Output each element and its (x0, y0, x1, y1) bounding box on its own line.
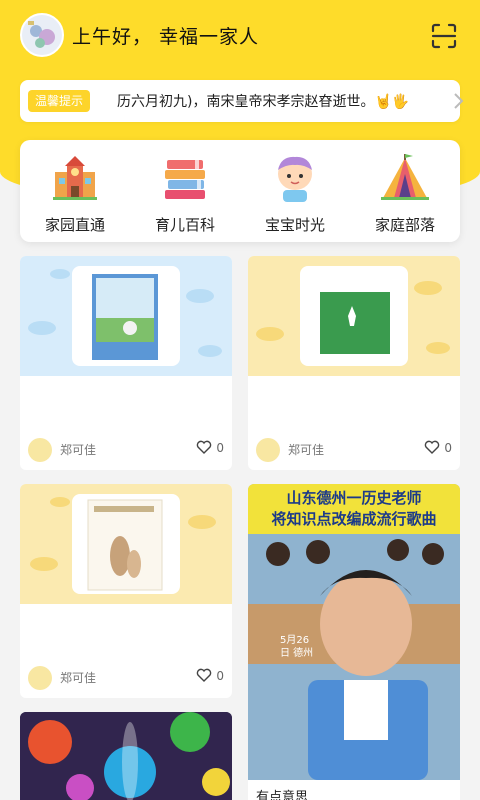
heart-icon (196, 668, 212, 682)
like-count: 0 (216, 669, 224, 683)
feed-card[interactable]: 郑可佳 0 (20, 256, 232, 470)
quick-menu: 家园直通 育儿百科 宝宝时光 家庭部落 (20, 140, 460, 242)
scan-icon[interactable] (430, 22, 458, 50)
menu-label: 育儿百科 (154, 216, 215, 234)
notice-bar[interactable]: 温馨提示 历六月初九)，南宋皇帝宋孝宗赵昚逝世。🤘🖐 (20, 80, 464, 122)
video-headline-line2: 将知识点改编成流行歌曲 (271, 510, 437, 528)
video-card[interactable]: 山东德州一历史老师 将知识点改编成流行歌曲 5月26日 德州 有点意思 (248, 484, 460, 800)
author-name: 郑可佳 (60, 443, 97, 457)
author-avatar (28, 666, 52, 690)
user-avatar[interactable] (20, 13, 64, 57)
notice-badge: 温馨提示 (28, 90, 91, 112)
author-name: 郑可佳 (288, 443, 325, 457)
menu-label: 家园直通 (44, 216, 105, 234)
greeting-text: 上午好， 幸福一家人 (72, 26, 260, 48)
author-avatar (28, 438, 52, 462)
like-button[interactable]: 0 (196, 668, 224, 683)
chevron-right-icon[interactable] (452, 92, 464, 110)
heart-icon (424, 440, 440, 454)
card-thumbnail (20, 712, 232, 800)
video-headline: 山东德州一历史老师 将知识点改编成流行歌曲 (248, 488, 460, 530)
baby-icon (269, 152, 321, 204)
card-thumbnail (20, 256, 232, 376)
video-thumbnail: 山东德州一历史老师 将知识点改编成流行歌曲 5月26日 德州 (248, 484, 460, 780)
like-button[interactable]: 0 (196, 440, 224, 455)
menu-label: 宝宝时光 (264, 216, 325, 234)
card-thumbnail (20, 484, 232, 604)
school-icon (49, 152, 101, 204)
menu-item-home-school[interactable]: 家园直通 (20, 140, 130, 242)
menu-item-baby-time[interactable]: 宝宝时光 (240, 140, 350, 242)
notice-text: 历六月初九)，南宋皇帝宋孝宗赵昚逝世。🤘🖐 (117, 94, 410, 110)
books-icon (159, 152, 211, 204)
tent-icon (379, 152, 431, 204)
heart-icon (196, 440, 212, 454)
author-avatar (256, 438, 280, 462)
feed-card[interactable] (20, 712, 232, 800)
like-count: 0 (444, 441, 452, 455)
like-count: 0 (216, 441, 224, 455)
card-footer: 郑可佳 0 (248, 432, 460, 470)
feed-card[interactable]: 郑可佳 0 (20, 484, 232, 698)
menu-item-parenting-wiki[interactable]: 育儿百科 (130, 140, 240, 242)
menu-label: 家庭部落 (374, 216, 435, 234)
video-caption: 有点意思 (256, 790, 309, 800)
author-name: 郑可佳 (60, 671, 97, 685)
card-footer: 郑可佳 0 (20, 432, 232, 470)
app-header: 上午好， 幸福一家人 (0, 0, 480, 72)
card-footer: 郑可佳 0 (20, 660, 232, 698)
card-thumbnail (248, 256, 460, 376)
menu-item-family-tribe[interactable]: 家庭部落 (350, 140, 460, 242)
video-headline-line1: 山东德州一历史老师 (286, 489, 422, 507)
feed-card[interactable]: 郑可佳 0 (248, 256, 460, 470)
video-stamp: 5月26日 德州 (280, 635, 314, 659)
like-button[interactable]: 0 (424, 440, 452, 455)
